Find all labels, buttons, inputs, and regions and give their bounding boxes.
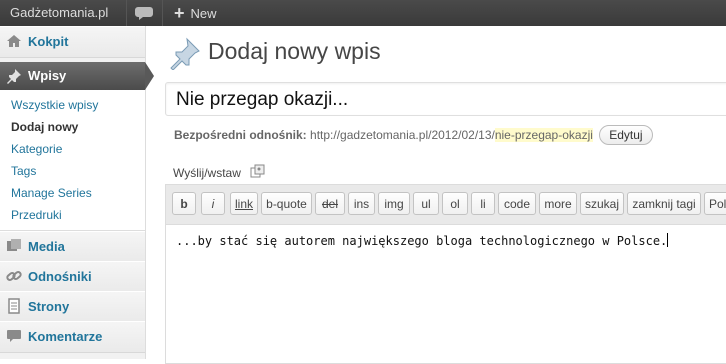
sidebar-item-label: Komentarze [28,329,103,344]
sidebar-item-label: Kokpit [28,34,69,49]
quicktag-poll-button[interactable]: Poll [704,192,726,215]
sidebar-item-media[interactable]: Media [0,231,145,263]
site-name-link[interactable]: Gadżetomania.pl [0,0,118,26]
submenu-item-wszystkie-wpisy[interactable]: Wszystkie wpisy [11,98,98,112]
main-content: Dodaj nowy wpis Nie przegap okazji... Be… [160,26,726,364]
submenu-item-dodaj-nowy[interactable]: Dodaj nowy [11,120,78,134]
quicktag-bold-button[interactable]: b [172,192,196,215]
submenu-item-kategorie[interactable]: Kategorie [11,142,62,156]
quicktag-img-button[interactable]: img [378,192,410,215]
new-label: New [190,6,217,21]
admin-bar-divider [162,0,163,26]
chain-link-icon [6,271,22,281]
sidebar-item-label: Media [28,239,65,254]
quicktag-link-button[interactable]: link [230,192,258,215]
media-icon [7,239,21,251]
house-icon [7,35,21,47]
editor-text: ...by stać się autorem największego blog… [176,234,668,248]
quicktag-ins-button[interactable]: ins [348,192,375,215]
permalink-label: Bezpośredni odnośnik: [174,128,307,142]
quicktag-more-button[interactable]: more [539,192,577,215]
speech-bubble-icon [135,7,153,20]
post-content-editor[interactable]: ...by stać się autorem największego blog… [165,224,726,364]
editor-content: ...by stać się autorem największego blog… [176,233,669,248]
quicktag-ol-button[interactable]: ol [442,192,468,215]
sidebar-item-label: Wpisy [28,68,67,83]
wpisy-submenu: Wszystkie wpisy Dodaj nowy Kategorie Tag… [0,90,145,231]
pushpin-icon [170,37,200,70]
active-arrow [145,62,154,90]
permalink-base-url: http://gadzetomania.pl/2012/02/13/ [310,128,495,142]
sidebar-item-strony[interactable]: Strony [0,291,145,323]
add-media-icon[interactable] [250,164,266,180]
speech-bubble-icon [7,330,21,342]
sidebar-item-kokpit[interactable]: Kokpit [0,26,145,58]
quicktag-blockquote-button[interactable]: b-quote [261,192,312,215]
permalink-row: Bezpośredni odnośnik: http://gadzetomani… [174,125,653,145]
quicktag-italic-button[interactable]: i [201,192,225,215]
admin-bar: Gadżetomania.pl + New [0,0,726,26]
permalink-slug[interactable]: nie-przegap-okazji [494,128,593,142]
plus-icon: + [174,3,185,23]
page-title: Dodaj nowy wpis [208,38,381,64]
pushpin-icon [7,69,21,84]
pages-icon [8,298,20,314]
sidebar-item-label: Strony [28,299,70,314]
quicktag-del-button[interactable]: del [315,192,345,215]
sidebar-item-komentarze[interactable]: Komentarze [0,321,145,353]
quicktag-ul-button[interactable]: ul [413,192,439,215]
quicktag-code-button[interactable]: code [498,192,536,215]
edit-permalink-button[interactable]: Edytuj [599,125,653,145]
submenu-item-tags[interactable]: Tags [11,164,36,178]
text-caret [667,233,669,247]
submenu-item-przedruki[interactable]: Przedruki [11,208,62,222]
new-content-button[interactable]: + New [174,0,217,26]
comments-button[interactable] [127,0,161,26]
submenu-item-manage-series[interactable]: Manage Series [11,186,92,200]
upload-insert-label: Wyślij/wstaw [173,166,241,180]
sidebar-item-label: Odnośniki [28,269,92,284]
sidebar-item-odnosniki[interactable]: Odnośniki [0,261,145,293]
quicktag-close-tags-button[interactable]: zamknij tagi [627,192,701,215]
post-title-input[interactable]: Nie przegap okazji... [165,82,726,116]
admin-sidebar: Kokpit Wpisy Wszystkie wpisy Dodaj nowy … [0,26,154,359]
quicktag-li-button[interactable]: li [471,192,495,215]
sidebar-item-wpisy[interactable]: Wpisy [0,62,154,90]
quicktags-toolbar: b i link b-quote del ins img ul ol li co… [165,184,726,224]
quicktag-search-button[interactable]: szukaj [580,192,624,215]
